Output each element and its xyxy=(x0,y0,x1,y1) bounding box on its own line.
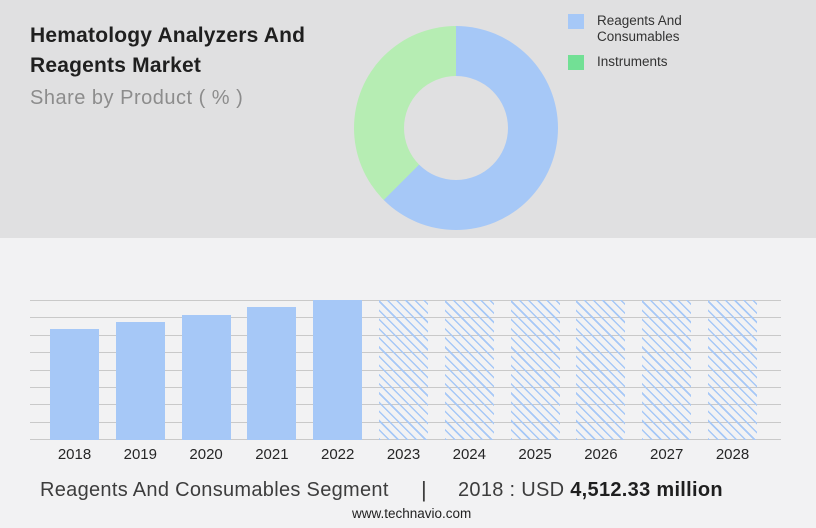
website-text: www.technavio.com xyxy=(352,506,471,521)
legend-label: Reagents And Consumables xyxy=(597,13,715,45)
bar-2021 xyxy=(247,307,296,440)
legend-item-reagents-and-consumables: Reagents And Consumables xyxy=(568,13,798,45)
legend-item-instruments: Instruments xyxy=(568,54,798,70)
x-axis-label-2020: 2020 xyxy=(173,446,239,463)
legend-swatch xyxy=(568,55,584,70)
donut-hole xyxy=(404,76,508,180)
legend-label: Instruments xyxy=(597,54,715,70)
footer-separator: | xyxy=(421,477,427,503)
legend: Reagents And Consumables Instruments xyxy=(568,13,798,79)
x-axis-label-2021: 2021 xyxy=(239,446,305,463)
header-panel: Hematology Analyzers And Reagents Market… xyxy=(0,0,816,238)
x-axis-label-2019: 2019 xyxy=(107,446,173,463)
x-axis-label-2018: 2018 xyxy=(42,446,108,463)
x-axis-label-2026: 2026 xyxy=(568,446,634,463)
page-title: Hematology Analyzers And Reagents Market xyxy=(30,21,340,81)
x-axis-label-2024: 2024 xyxy=(436,446,502,463)
x-axis-label-2028: 2028 xyxy=(700,446,766,463)
footer-value-prefix: 2018 : USD xyxy=(458,479,564,501)
x-axis-label-2023: 2023 xyxy=(371,446,437,463)
bar-2027 xyxy=(642,300,691,440)
donut-chart xyxy=(354,26,558,230)
bar-2020 xyxy=(182,315,231,440)
x-axis-label-2025: 2025 xyxy=(502,446,568,463)
bar-2025 xyxy=(511,300,560,440)
legend-swatch xyxy=(568,14,584,29)
bar-2022 xyxy=(313,300,362,440)
x-axis: 2018201920202021202220232024202520262027… xyxy=(30,446,781,466)
page-subtitle: Share by Product ( % ) xyxy=(30,87,340,110)
footer-value: 2018 : USD 4,512.33 million xyxy=(458,479,723,502)
bar-2024 xyxy=(445,300,494,440)
footer-segment-label: Reagents And Consumables Segment xyxy=(40,479,389,502)
bar-plot xyxy=(30,300,781,440)
bar-2023 xyxy=(379,300,428,440)
x-axis-label-2027: 2027 xyxy=(634,446,700,463)
title-block: Hematology Analyzers And Reagents Market… xyxy=(30,21,340,110)
bar-2028 xyxy=(708,300,757,440)
x-axis-label-2022: 2022 xyxy=(305,446,371,463)
bar-2026 xyxy=(576,300,625,440)
page: Hematology Analyzers And Reagents Market… xyxy=(0,0,816,528)
bar-chart-section: 2018201920202021202220232024202520262027… xyxy=(0,238,816,528)
footer-value-amount: 4,512.33 million xyxy=(570,479,723,501)
bar-2019 xyxy=(116,322,165,440)
bar-2018 xyxy=(50,329,99,440)
